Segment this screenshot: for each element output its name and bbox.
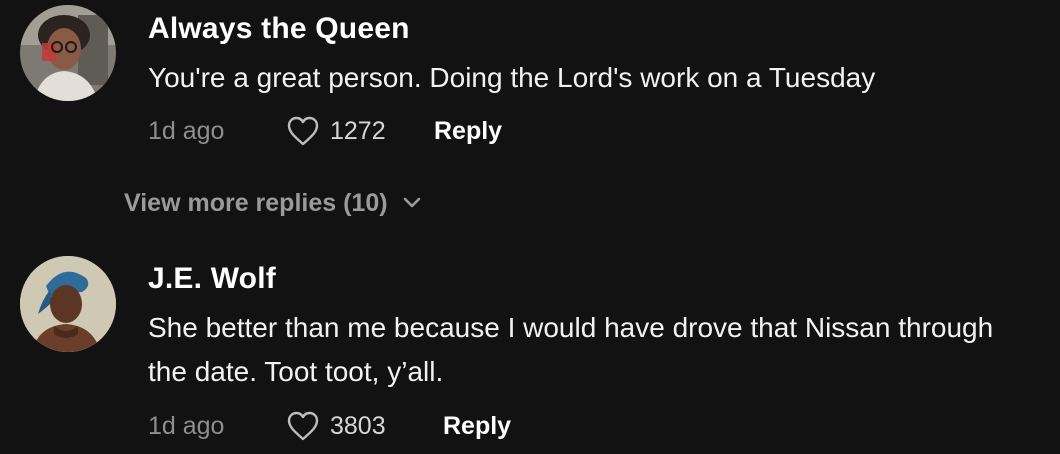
like-count: 3803 <box>330 411 386 440</box>
comment-meta: 1d ago 3803 Reply <box>148 408 511 444</box>
avatar[interactable] <box>20 256 116 352</box>
view-more-replies-button[interactable]: View more replies (10) <box>124 186 422 220</box>
comment-text: You're a great person. Doing the Lord's … <box>148 62 876 93</box>
comment-timestamp: 1d ago <box>148 116 225 145</box>
comment-username[interactable]: J.E. Wolf <box>148 262 276 296</box>
comment-timestamp: 1d ago <box>148 411 225 440</box>
comment-text: She better than me because I would have … <box>148 312 994 387</box>
view-more-replies-label: View more replies (10) <box>124 188 388 217</box>
reply-button[interactable]: Reply <box>443 412 511 441</box>
like-count: 1272 <box>330 116 386 145</box>
comment-meta: 1d ago 1272 Reply <box>148 113 502 149</box>
reply-button[interactable]: Reply <box>434 117 502 146</box>
avatar[interactable] <box>20 5 116 101</box>
comment-username[interactable]: Always the Queen <box>148 12 410 46</box>
chevron-down-icon <box>403 197 420 208</box>
heart-outline-icon <box>287 411 319 441</box>
like-button[interactable]: 3803 <box>286 410 443 442</box>
heart-outline-icon <box>287 116 319 146</box>
like-button[interactable]: 1272 <box>286 115 434 147</box>
